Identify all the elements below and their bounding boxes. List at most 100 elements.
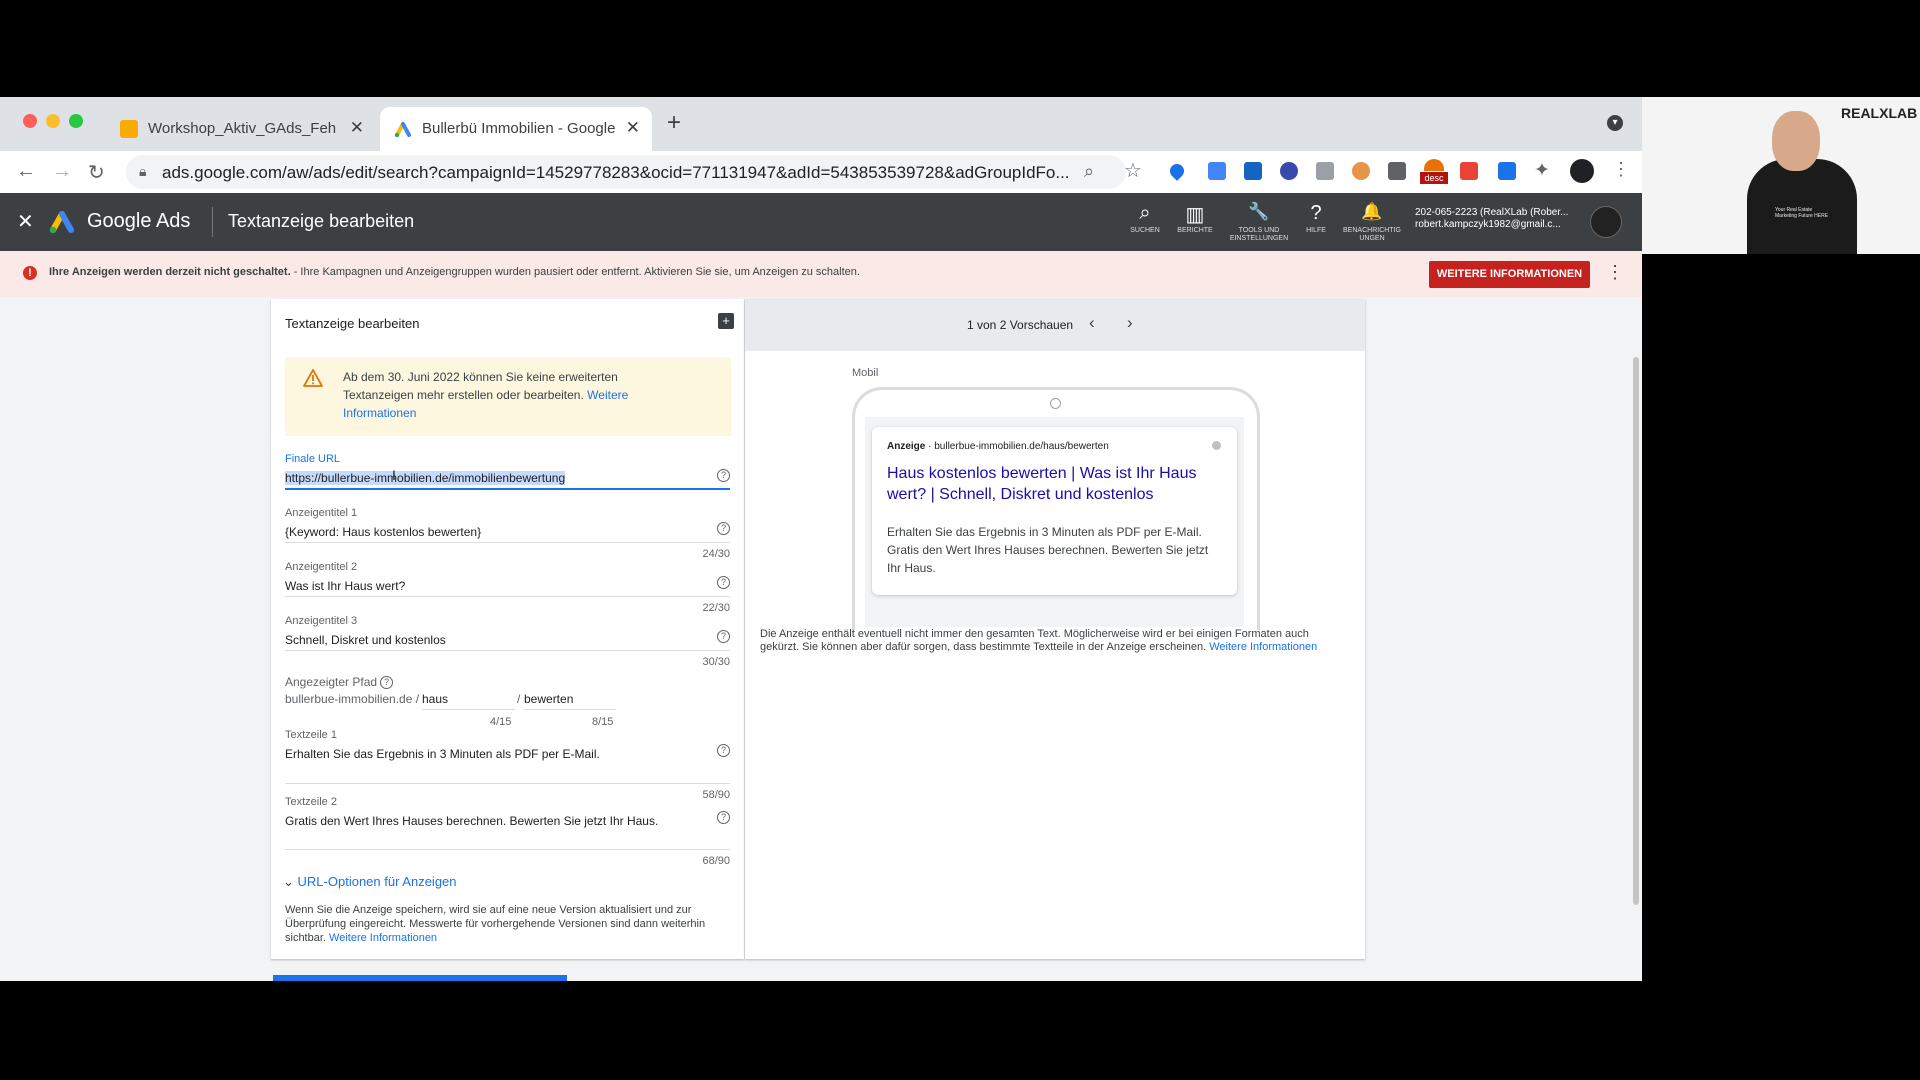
account-avatar[interactable] [1590,206,1622,238]
banner-menu-icon[interactable]: ⋮ [1606,262,1624,283]
url-options-toggle[interactable]: ⌄ URL-Optionen für Anzeigen [283,874,457,890]
account-switcher[interactable]: 202-065-2223 (RealXLab (Rober... robert.… [1415,207,1568,231]
chevron-down-icon: ⌄ [283,874,294,889]
url-text[interactable]: ads.google.com/aw/ads/edit/search?campai… [162,163,1077,183]
extension-marker-icon[interactable] [1388,162,1406,180]
headline3-label: Anzeigentitel 3 [285,615,358,627]
help-icon[interactable]: ? [717,630,730,643]
save-button[interactable] [273,975,567,981]
realxlab-logo: REALXLAB [1841,105,1918,121]
profile-avatar[interactable] [1570,159,1594,183]
brand-name: Google Ads [87,210,191,232]
error-icon: ! [23,266,37,280]
back-arrow-icon[interactable]: ← [16,160,36,183]
extension-s-icon[interactable] [1244,162,1262,180]
headline1-underline [285,542,730,543]
headline2-input[interactable]: Was ist Ihr Haus wert? [285,579,405,593]
device-label: Mobil [852,367,879,379]
paused-banner: ! Ihre Anzeigen werden derzeit nicht ges… [0,251,1642,297]
page-scrollbar[interactable] [1633,357,1639,905]
path2-input[interactable]: bewerten [524,692,573,706]
form-title: Textanzeige bearbeiten [285,316,420,331]
tab-title: Workshop_Aktiv_GAds_Fehler [148,120,336,137]
tab-search-icon[interactable]: ▾ [1607,115,1623,131]
next-preview-icon[interactable]: › [1127,313,1133,333]
maximize-window-button[interactable] [69,114,83,128]
help-icon[interactable]: ? [717,744,730,757]
deprecation-warning: Ab dem 30. Juni 2022 können Sie keine er… [285,357,731,436]
close-editor-icon[interactable]: ✕ [17,209,34,234]
omnibox[interactable]: 🔒︎ ads.google.com/aw/ads/edit/search?cam… [126,155,1126,189]
ad-meta: Anzeige · bullerbue-immobilien.de/haus/b… [887,441,1109,452]
presenter-body: Your Real Estate Marketing Future HERE [1747,159,1857,254]
headline3-input[interactable]: Schnell, Diskret und kostenlos [285,633,446,647]
save-notice-more-info-link[interactable]: Weitere Informationen [329,932,437,944]
warning-text: Ab dem 30. Juni 2022 können Sie keine er… [343,370,629,420]
account-id: 202-065-2223 (RealXLab (Rober... [1415,207,1569,218]
final-url-input[interactable]: https://bullerbue-immobilien.de/immobili… [285,471,566,485]
description2-underline [285,849,730,850]
final-url-label: Finale URL [285,453,341,465]
ad-headline[interactable]: Haus kostenlos bewerten | Was ist Ihr Ha… [887,463,1217,505]
lock-icon: 🔒︎ [139,163,147,179]
help-icon[interactable]: ? [717,469,730,482]
bookmark-star-icon[interactable]: ☆ [1124,158,1142,183]
banner-text: Ihre Anzeigen werden derzeit nicht gesch… [49,266,860,278]
warning-triangle-icon [303,369,323,387]
tab-close-icon[interactable]: ✕ [626,118,640,138]
headline2-underline [285,596,730,597]
tab-google-ads[interactable]: Bullerbü Immobilien - Google A ✕ [380,107,652,151]
more-info-button[interactable]: WEITERE INFORMATIONEN [1429,261,1590,288]
extension-chat-icon[interactable] [1316,162,1334,180]
description2-counter: 68/90 [702,855,730,867]
phone-screen: Anzeige · bullerbue-immobilien.de/haus/b… [865,417,1244,627]
tab-workshop[interactable]: Workshop_Aktiv_GAds_Fehler ✕ [106,107,376,151]
headline2-label: Anzeigentitel 2 [285,561,358,573]
help-icon[interactable]: ? [380,676,393,689]
google-ads-icon [394,122,411,138]
close-window-button[interactable] [23,114,37,128]
browser-window: Workshop_Aktiv_GAds_Fehler ✕ Bullerbü Im… [0,97,1642,981]
preview-more-info-link[interactable]: Weitere Informationen [1209,641,1317,653]
extension-check-icon[interactable] [1498,162,1516,180]
ad-preview-panel: 1 von 2 Vorschauen ‹ › Mobil Anzeige · b… [745,299,1365,959]
previous-preview-icon[interactable]: ‹ [1089,313,1095,333]
phone-frame: Anzeige · bullerbue-immobilien.de/haus/b… [852,387,1260,630]
extension-cookie-icon[interactable] [1352,162,1370,180]
headline1-input[interactable]: {Keyword: Haus kostenlos bewerten} [285,525,481,539]
path2-counter: 8/15 [592,716,614,728]
description2-input[interactable]: Gratis den Wert Ihres Hauses berechnen. … [285,814,658,828]
extension-diamond-icon[interactable] [1167,161,1187,181]
feedback-icon[interactable]: + [718,313,734,329]
browser-menu-icon[interactable]: ⋮ [1612,159,1630,180]
ad-badge: Anzeige [887,441,926,452]
help-icon[interactable]: ? [717,576,730,589]
help-icon[interactable]: ? [717,522,730,535]
url-options-label: URL-Optionen für Anzeigen [297,874,457,889]
description1-counter: 58/90 [702,789,730,801]
preview-toolbar: 1 von 2 Vorschauen ‹ › [745,299,1365,351]
forward-arrow-icon[interactable]: → [52,160,72,183]
extension-desc-icon[interactable]: desc [1420,159,1448,185]
help-icon[interactable]: ? [717,811,730,824]
extension-grid-icon[interactable] [1460,162,1478,180]
zoom-icon[interactable]: ⌕ [1084,161,1094,182]
tab-close-icon[interactable]: ✕ [350,118,364,138]
path1-input[interactable]: haus [422,692,448,706]
minimize-window-button[interactable] [46,114,60,128]
description1-input[interactable]: Erhalten Sie das Ergebnis in 3 Minuten a… [285,747,600,761]
headline3-underline [285,650,730,651]
address-bar: ← → ↻ 🔒︎ ads.google.com/aw/ads/edit/sear… [0,151,1642,194]
info-icon[interactable] [1212,441,1221,450]
save-notice: Wenn Sie die Anzeige speichern, wird sie… [285,904,706,944]
description1-underline [285,783,730,784]
extension-pie-icon[interactable] [1280,162,1298,180]
new-tab-button[interactable]: + [667,109,681,137]
final-url-underline [285,488,730,490]
reload-icon[interactable]: ↻ [88,160,105,185]
headline1-counter: 24/30 [702,548,730,560]
extensions-puzzle-icon[interactable]: ✦ [1534,159,1550,182]
extension-doc-icon[interactable] [1208,162,1226,180]
description1-label: Textzeile 1 [285,729,337,741]
path-label: Angezeigter Pfad [285,675,378,689]
